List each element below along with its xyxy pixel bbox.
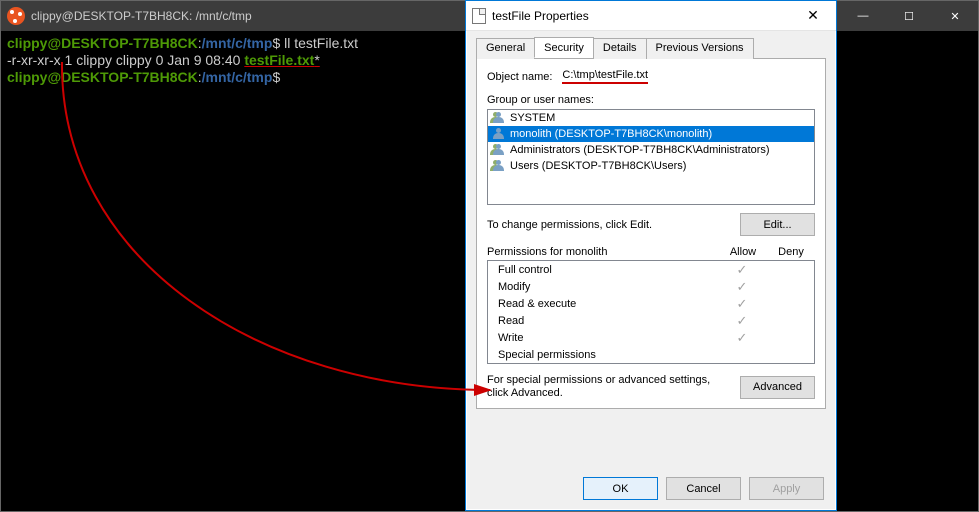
prompt-path: /mnt/c/tmp [202, 35, 273, 51]
list-item[interactable]: SYSTEM [488, 110, 814, 126]
list-item-label: Users (DESKTOP-T7BH8CK\Users) [510, 160, 686, 172]
allow-check-icon: ✓ [718, 330, 766, 346]
permission-name: Read [498, 315, 718, 327]
ls-output-star: * [314, 52, 319, 68]
ls-output-perms: -r-xr-xr-x 1 clippy clippy 0 Jan 9 08:40 [7, 52, 244, 68]
list-item[interactable]: monolith (DESKTOP-T7BH8CK\monolith) [488, 126, 814, 142]
permission-row: Read & execute ✓ [488, 295, 814, 312]
user-icon [492, 128, 506, 140]
tab-previous-versions[interactable]: Previous Versions [646, 38, 754, 59]
allow-check-icon: ✓ [718, 313, 766, 329]
list-item[interactable]: Administrators (DESKTOP-T7BH8CK\Administ… [488, 142, 814, 158]
permission-row: Full control ✓ [488, 261, 814, 278]
column-deny: Deny [767, 246, 815, 258]
edit-button[interactable]: Edit... [740, 213, 815, 236]
column-allow: Allow [719, 246, 767, 258]
group-user-label: Group or user names: [487, 94, 815, 106]
permission-row: Modify ✓ [488, 278, 814, 295]
list-item-label: monolith (DESKTOP-T7BH8CK\monolith) [510, 128, 712, 140]
list-item-label: Administrators (DESKTOP-T7BH8CK\Administ… [510, 144, 770, 156]
permission-name: Special permissions [498, 349, 718, 361]
advanced-hint: For special permissions or advanced sett… [487, 374, 717, 400]
permission-name: Modify [498, 281, 718, 293]
ubuntu-icon [7, 7, 25, 25]
allow-check-icon: ✓ [718, 296, 766, 312]
dialog-title: testFile Properties [492, 9, 790, 23]
permission-name: Full control [498, 264, 718, 276]
permissions-table: Full control ✓ Modify ✓ Read & execute ✓… [487, 260, 815, 364]
change-permissions-hint: To change permissions, click Edit. [487, 219, 652, 231]
tab-strip: General Security Details Previous Versio… [476, 37, 826, 59]
terminal-maximize-button[interactable]: ☐ [886, 1, 932, 31]
tab-security[interactable]: Security [534, 37, 594, 58]
permission-row: Special permissions [488, 346, 814, 363]
tab-general[interactable]: General [476, 38, 535, 59]
object-name-value: C:\tmp\testFile.txt [562, 69, 648, 84]
groups-icon [492, 160, 506, 172]
tab-details[interactable]: Details [593, 38, 647, 59]
permission-name: Write [498, 332, 718, 344]
allow-check-icon: ✓ [718, 262, 766, 278]
groups-icon [492, 112, 506, 124]
allow-check-icon: ✓ [718, 279, 766, 295]
prompt-path-2: /mnt/c/tmp [202, 69, 273, 85]
list-item-label: SYSTEM [510, 112, 555, 124]
list-item[interactable]: Users (DESKTOP-T7BH8CK\Users) [488, 158, 814, 174]
ok-button[interactable]: OK [583, 477, 658, 500]
properties-dialog: testFile Properties ✕ General Security D… [465, 0, 837, 511]
cancel-button[interactable]: Cancel [666, 477, 741, 500]
advanced-button[interactable]: Advanced [740, 376, 815, 399]
file-icon [472, 8, 486, 24]
object-name-label: Object name: [487, 71, 552, 83]
dialog-close-button[interactable]: ✕ [790, 1, 836, 30]
prompt-user: clippy@DESKTOP-T7BH8CK [7, 35, 198, 51]
groups-icon [492, 144, 506, 156]
terminal-close-button[interactable]: ✕ [932, 1, 978, 31]
terminal-minimize-button[interactable]: — [840, 1, 886, 31]
prompt-dollar: $ [272, 35, 280, 51]
security-tab-panel: Object name: C:\tmp\testFile.txt Group o… [476, 59, 826, 409]
command-1: ll testFile.txt [284, 35, 358, 51]
permission-row: Read ✓ [488, 312, 814, 329]
prompt-user-2: clippy@DESKTOP-T7BH8CK [7, 69, 198, 85]
ls-output-file: testFile.txt [244, 52, 314, 68]
apply-button[interactable]: Apply [749, 477, 824, 500]
dialog-titlebar[interactable]: testFile Properties ✕ [466, 1, 836, 31]
permission-name: Read & execute [498, 298, 718, 310]
permission-row-write: Write ✓ [488, 329, 814, 346]
permissions-for-label: Permissions for monolith [487, 246, 719, 258]
group-user-listbox[interactable]: SYSTEM monolith (DESKTOP-T7BH8CK\monolit… [487, 109, 815, 205]
prompt-dollar-2: $ [272, 69, 280, 85]
